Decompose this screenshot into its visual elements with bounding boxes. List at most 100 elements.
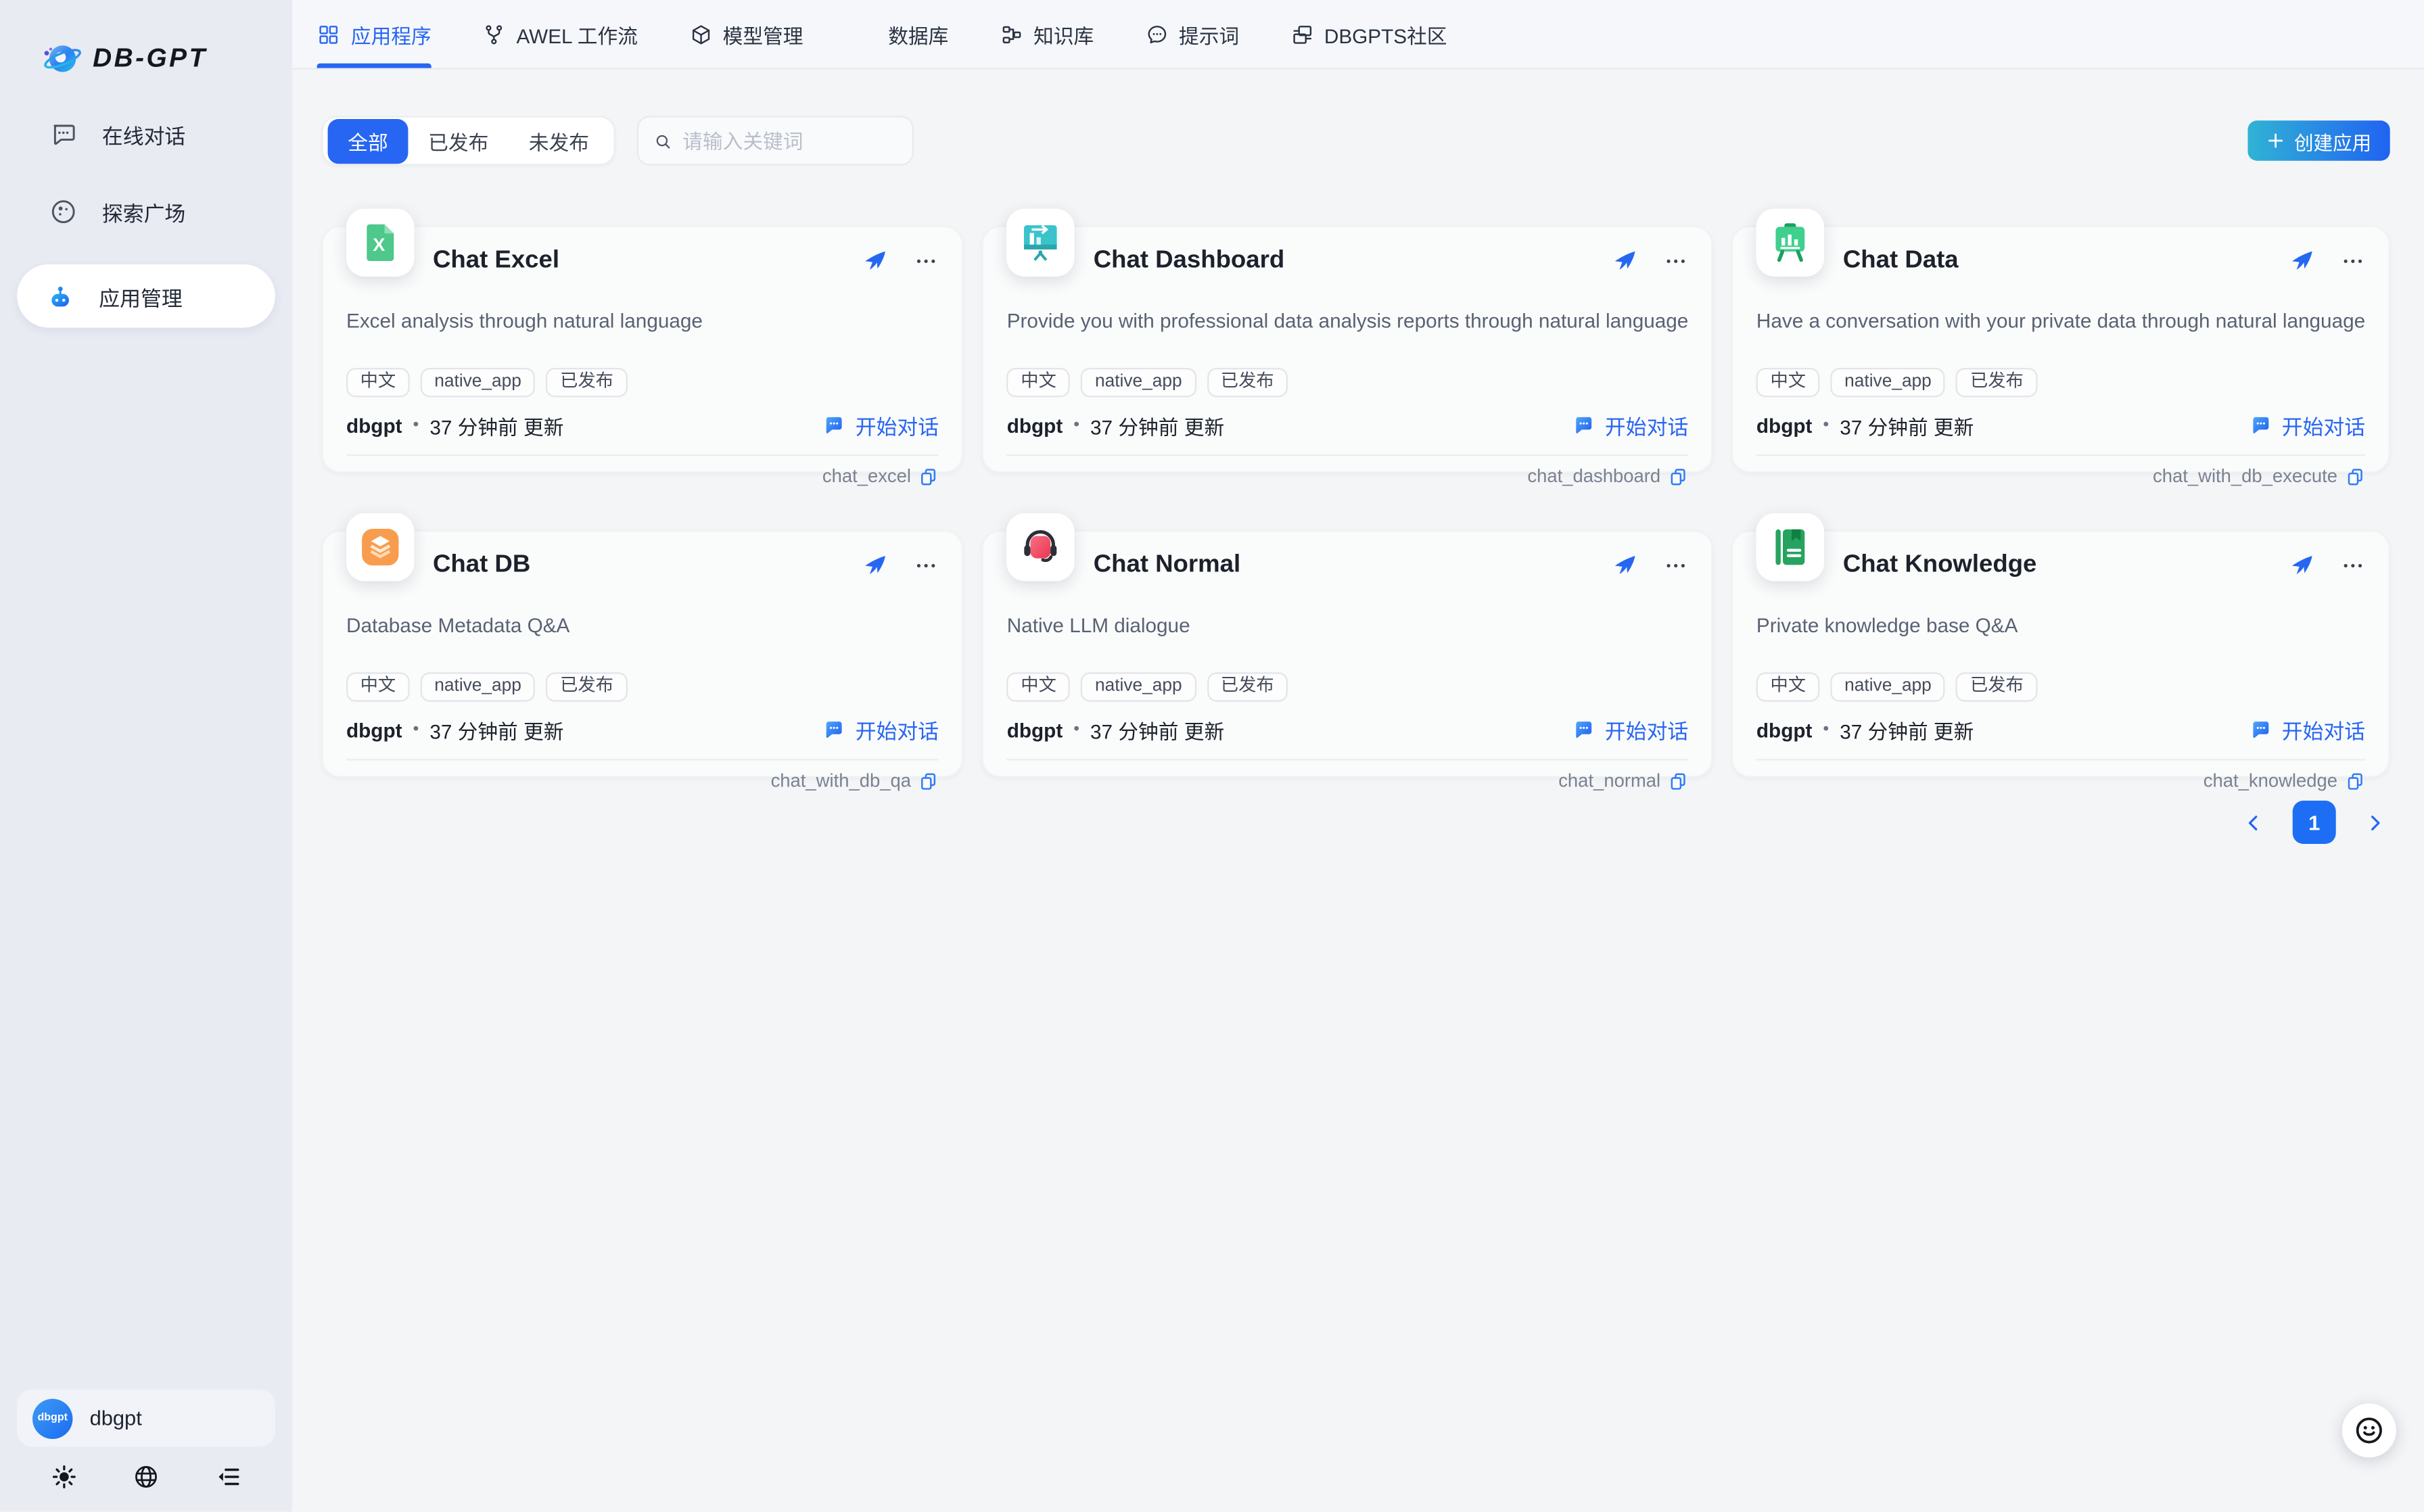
- start-chat-label: 开始对话: [1605, 714, 1688, 745]
- start-chat-label: 开始对话: [1605, 410, 1688, 441]
- more-menu-icon[interactable]: [2341, 249, 2366, 274]
- publish-wing-icon[interactable]: [2289, 249, 2314, 274]
- tab-label: 模型管理: [723, 20, 803, 49]
- sql-monitor-icon: [854, 22, 877, 45]
- card-footer: chat_knowledge: [1756, 759, 2365, 791]
- tab-label: AWEL 工作流: [516, 20, 637, 49]
- sidebar-item-1[interactable]: 探索广场: [0, 195, 292, 229]
- tab-label: 知识库: [1033, 20, 1094, 49]
- start-chat-link[interactable]: 开始对话: [823, 410, 939, 441]
- tag-chip: native_app: [1831, 672, 1946, 701]
- more-menu-icon[interactable]: [1664, 553, 1689, 578]
- copy-icon[interactable]: [2345, 466, 2365, 486]
- tab-label: 应用程序: [351, 20, 432, 49]
- copy-icon[interactable]: [918, 466, 939, 486]
- start-chat-label: 开始对话: [2282, 714, 2365, 745]
- user-chip[interactable]: dbgpt dbgpt: [17, 1390, 275, 1448]
- card-head: Chat Normal: [1007, 531, 1689, 600]
- app-title: Chat Excel: [433, 247, 559, 275]
- filter-segment-2[interactable]: 未发布: [509, 118, 609, 163]
- app-card[interactable]: Chat Knowledge Private knowledge base Q&…: [1731, 530, 2390, 778]
- app-title: Chat Data: [1843, 247, 1959, 275]
- tag-chip: 已发布: [1956, 672, 2037, 701]
- copy-icon[interactable]: [2345, 770, 2365, 790]
- search-icon: [654, 131, 672, 151]
- sidebar-item-2[interactable]: 应用管理: [17, 264, 275, 328]
- more-menu-icon[interactable]: [1664, 249, 1689, 274]
- cube-icon: [689, 22, 712, 45]
- publish-wing-icon[interactable]: [863, 249, 888, 274]
- meta-row: dbgpt • 37 分钟前 更新 开始对话: [1007, 410, 1689, 441]
- sidebar-spacer: [0, 328, 292, 1390]
- sun-icon[interactable]: [51, 1464, 77, 1490]
- create-app-button[interactable]: 创建应用: [2247, 120, 2390, 160]
- start-chat-link[interactable]: 开始对话: [2250, 410, 2365, 441]
- publish-wing-icon[interactable]: [2289, 553, 2314, 578]
- globe-icon[interactable]: [133, 1464, 160, 1490]
- main-area: 应用程序 AWEL 工作流 模型管理 数据库 知识库 提示词 DBGPTS社区 …: [292, 0, 2424, 1512]
- copy-icon[interactable]: [918, 770, 939, 790]
- branch-icon: [482, 22, 505, 45]
- page-1-button[interactable]: 1: [2293, 801, 2336, 844]
- filter-segment-0[interactable]: 全部: [328, 118, 409, 163]
- publish-filter: 全部已发布未发布: [321, 116, 615, 165]
- app-card[interactable]: Chat Dashboard Provide you with professi…: [982, 226, 1713, 473]
- filter-segment-1[interactable]: 已发布: [408, 118, 509, 163]
- collapse-icon[interactable]: [215, 1464, 241, 1490]
- prev-page-icon[interactable]: [2243, 812, 2264, 832]
- meta-row: dbgpt • 37 分钟前 更新 开始对话: [346, 410, 939, 441]
- feedback-fab[interactable]: [2342, 1404, 2396, 1458]
- app-card[interactable]: X Chat Excel Excel analysis through natu…: [321, 226, 963, 473]
- tab-1[interactable]: AWEL 工作流: [482, 0, 638, 68]
- tab-2[interactable]: 模型管理: [689, 0, 803, 68]
- meta-row: dbgpt • 37 分钟前 更新 开始对话: [1756, 714, 2365, 745]
- search-input[interactable]: [682, 129, 897, 152]
- tag-chip: 中文: [1007, 368, 1071, 397]
- app-card[interactable]: Chat DB Database Metadata Q&A 中文native_a…: [321, 530, 963, 778]
- card-footer: chat_normal: [1007, 759, 1689, 791]
- meta-dot: •: [413, 720, 419, 738]
- copy-icon[interactable]: [1669, 770, 1689, 790]
- app-title: Chat DB: [433, 552, 530, 580]
- tab-5[interactable]: 提示词: [1145, 0, 1239, 68]
- meta-row: dbgpt • 37 分钟前 更新 开始对话: [1756, 410, 2365, 441]
- sidebar-item-0[interactable]: 在线对话: [0, 118, 292, 151]
- app-card[interactable]: Chat Normal Native LLM dialogue 中文native…: [982, 530, 1713, 778]
- chat-gradient-icon: [2250, 718, 2272, 741]
- publish-wing-icon[interactable]: [1612, 249, 1637, 274]
- meta-row: dbgpt • 37 分钟前 更新 开始对话: [1007, 714, 1689, 745]
- more-menu-icon[interactable]: [2341, 553, 2366, 578]
- owner-name: dbgpt: [1756, 718, 1813, 741]
- tab-label: DBGPTS社区: [1324, 20, 1447, 49]
- start-chat-link[interactable]: 开始对话: [1572, 714, 1688, 745]
- more-menu-icon[interactable]: [914, 553, 939, 578]
- start-chat-link[interactable]: 开始对话: [2250, 714, 2365, 745]
- more-menu-icon[interactable]: [914, 249, 939, 274]
- tag-chip: 已发布: [1956, 368, 2037, 397]
- tag-chip: native_app: [1081, 672, 1196, 701]
- tag-chip: native_app: [1081, 368, 1196, 397]
- owner-name: dbgpt: [346, 718, 402, 741]
- tab-3[interactable]: 数据库: [854, 0, 948, 68]
- db-layers-icon: [346, 513, 415, 582]
- tag-chip: native_app: [421, 368, 536, 397]
- card-head: Chat Dashboard: [1007, 227, 1689, 296]
- publish-wing-icon[interactable]: [1612, 553, 1637, 578]
- app-description: Private knowledge base Q&A: [1756, 613, 2365, 638]
- avatar: dbgpt: [32, 1398, 72, 1438]
- tag-chip: 中文: [1756, 368, 1820, 397]
- start-chat-link[interactable]: 开始对话: [1572, 410, 1688, 441]
- search-box[interactable]: [637, 116, 914, 165]
- app-window: DB-GPT 在线对话 探索广场 应用管理 dbgpt dbgpt 应用程序 A: [0, 0, 2424, 1512]
- copy-icon[interactable]: [1669, 466, 1689, 486]
- app-card[interactable]: Chat Data Have a conversation with your …: [1731, 226, 2390, 473]
- scene-id: chat_excel: [822, 465, 911, 487]
- tab-4[interactable]: 知识库: [1000, 0, 1094, 68]
- publish-wing-icon[interactable]: [863, 553, 888, 578]
- start-chat-link[interactable]: 开始对话: [823, 714, 939, 745]
- card-head: Chat DB: [346, 531, 939, 600]
- tab-0[interactable]: 应用程序: [317, 0, 432, 68]
- tab-6[interactable]: DBGPTS社区: [1290, 0, 1447, 68]
- tag-chip: 中文: [346, 368, 410, 397]
- next-page-icon[interactable]: [2365, 812, 2385, 832]
